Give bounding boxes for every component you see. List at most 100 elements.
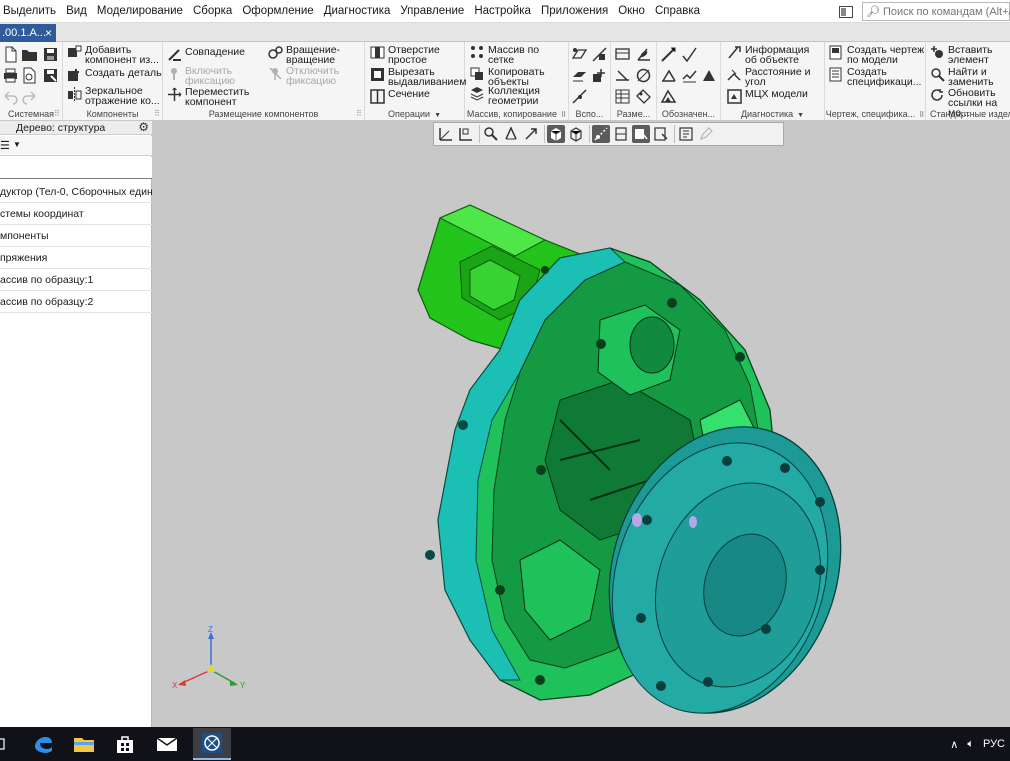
menu-modeling[interactable]: Моделирование — [92, 0, 188, 23]
list-view-icon[interactable]: ☰ — [0, 139, 10, 152]
leader-icon[interactable] — [660, 46, 677, 63]
base-icon[interactable] — [660, 67, 677, 84]
menu-drafting[interactable]: Оформление — [237, 0, 318, 23]
pencil-icon[interactable] — [697, 125, 715, 143]
line-icon[interactable] — [571, 88, 588, 105]
3d-viewport[interactable]: Z X Y — [153, 121, 1010, 727]
menu-help[interactable]: Справка — [650, 0, 705, 23]
insert-element-button[interactable]: Вставить элемент — [930, 45, 1010, 65]
grid-array-button[interactable]: Массив по сетке — [470, 45, 548, 65]
save-as-icon[interactable] — [42, 67, 59, 84]
rotate-view-icon[interactable] — [502, 125, 520, 143]
preview-icon[interactable] — [21, 67, 38, 84]
orientation-icon[interactable] — [522, 125, 540, 143]
perspective-icon[interactable] — [592, 125, 610, 143]
3d-model[interactable] — [153, 121, 1010, 727]
diameter-dim-icon[interactable] — [635, 67, 652, 84]
mcx-models-button[interactable]: МЦХ модели — [727, 89, 808, 104]
input-language[interactable]: РУС — [983, 738, 1005, 750]
create-drawing-button[interactable]: Создать чертеж по модели — [829, 45, 925, 65]
distance-angle-button[interactable]: Расстояние и угол — [727, 67, 815, 87]
zoom-fit-icon[interactable] — [437, 125, 455, 143]
mail-icon[interactable] — [155, 733, 179, 755]
show-hidden-icon[interactable] — [632, 125, 650, 143]
filter-view-icon[interactable] — [652, 125, 670, 143]
zoom-icon[interactable] — [482, 125, 500, 143]
point-icon[interactable] — [591, 67, 608, 84]
menu-select[interactable]: Выделить — [0, 0, 61, 23]
group-grip-icon: ⠿ — [560, 112, 567, 119]
tree-item-pattern-2[interactable]: ассив по образцу:2 — [0, 291, 152, 313]
plane-icon[interactable] — [571, 46, 588, 63]
angle-dim-icon[interactable] — [635, 46, 652, 63]
undo-icon[interactable] — [2, 88, 19, 105]
kompas-taskbar-button[interactable] — [193, 728, 231, 760]
coincidence-button[interactable]: Совпадение — [167, 47, 245, 62]
tree-item-components[interactable]: мпоненты — [0, 225, 152, 247]
section-button[interactable]: Сечение — [370, 89, 430, 104]
simple-hole-button[interactable]: Отверстие простое — [370, 45, 450, 65]
tree-item-coordinate-systems[interactable]: стемы координат — [0, 203, 152, 225]
copy-objects-button[interactable]: Копировать объекты — [470, 67, 548, 87]
command-search[interactable]: 🔎︎ — [862, 2, 1010, 21]
print-icon[interactable] — [2, 67, 19, 84]
edge-browser-icon[interactable] — [31, 733, 55, 755]
open-folder-icon[interactable] — [21, 46, 38, 63]
radius-dim-icon[interactable] — [614, 67, 631, 84]
store-icon[interactable] — [113, 733, 137, 755]
create-spec-button[interactable]: Создать спецификаци... — [829, 67, 925, 87]
chevron-down-icon[interactable]: ▼ — [434, 112, 441, 119]
tree-item-pattern-1[interactable]: ассив по образцу:1 — [0, 269, 152, 291]
disable-fix-button[interactable]: Отключить фиксацию — [268, 66, 348, 86]
roughness-icon[interactable] — [681, 46, 698, 63]
tree-filter-field[interactable] — [0, 157, 152, 179]
table-dim-icon[interactable] — [614, 88, 631, 105]
rotation-rotation-button[interactable]: Вращение-вращение — [268, 45, 344, 65]
file-explorer-icon[interactable] — [72, 733, 96, 755]
extrude-cut-button[interactable]: Вырезать выдавливанием — [370, 67, 466, 87]
command-search-input[interactable] — [882, 5, 1010, 18]
volume-icon[interactable]: 🔈︎ — [967, 738, 974, 751]
gear-icon[interactable]: ⚙︎ — [138, 121, 149, 134]
text-mark-icon[interactable] — [700, 67, 717, 84]
menu-applications[interactable]: Приложения — [536, 0, 613, 23]
tag-dim-icon[interactable] — [635, 88, 652, 105]
zoom-frame-icon[interactable] — [457, 125, 475, 143]
menu-diagnostics[interactable]: Диагностика — [319, 0, 396, 23]
chevron-down-icon[interactable]: ▼ — [797, 112, 804, 119]
linear-dim-icon[interactable] — [614, 46, 631, 63]
shaded-icon[interactable] — [567, 125, 585, 143]
document-tab[interactable]: .00.1.А... × — [0, 24, 56, 42]
move-component-button[interactable]: Переместить компонент — [167, 87, 249, 107]
marker-icon[interactable] — [660, 88, 677, 105]
redo-icon[interactable] — [21, 88, 38, 105]
axis-icon[interactable] — [591, 46, 608, 63]
menu-view[interactable]: Вид — [61, 0, 92, 23]
tolerance-icon[interactable] — [681, 67, 698, 84]
new-file-icon[interactable] — [2, 46, 19, 63]
shaded-edges-icon[interactable] — [547, 125, 565, 143]
chevron-up-icon[interactable]: ∧ — [950, 738, 958, 751]
find-replace-button[interactable]: Найти и заменить — [930, 67, 1010, 87]
drawing-view-icon[interactable] — [677, 125, 695, 143]
enable-fix-button[interactable]: Включить фиксацию — [167, 66, 247, 86]
menu-window[interactable]: Окно — [613, 0, 650, 23]
task-view-icon[interactable] — [0, 733, 22, 755]
add-component-button[interactable]: Добавить компонент из... — [67, 45, 161, 65]
menu-settings[interactable]: Настройка — [469, 0, 536, 23]
offset-plane-icon[interactable] — [571, 67, 588, 84]
object-info-button[interactable]: Информация об объекте — [727, 45, 815, 65]
menu-assembly[interactable]: Сборка — [188, 0, 237, 23]
panel-toggle-icon[interactable] — [839, 5, 853, 18]
save-icon[interactable] — [42, 46, 59, 63]
close-icon[interactable]: × — [45, 24, 52, 42]
tree-item-root[interactable]: дуктор (Тел-0, Сборочных едини — [0, 181, 152, 203]
section-view-icon[interactable] — [612, 125, 630, 143]
tree-item-mates[interactable]: пряжения — [0, 247, 152, 269]
menu-management[interactable]: Управление — [395, 0, 469, 23]
create-part-button[interactable]: Создать деталь — [67, 68, 162, 83]
mirror-component-button[interactable]: Зеркальное отражение ко... — [67, 86, 163, 106]
geometry-collection-button[interactable]: Коллекция геометрии — [470, 86, 548, 106]
chevron-down-icon[interactable]: ▼ — [13, 140, 21, 149]
group-grip-icon: ⠿ — [356, 109, 362, 118]
